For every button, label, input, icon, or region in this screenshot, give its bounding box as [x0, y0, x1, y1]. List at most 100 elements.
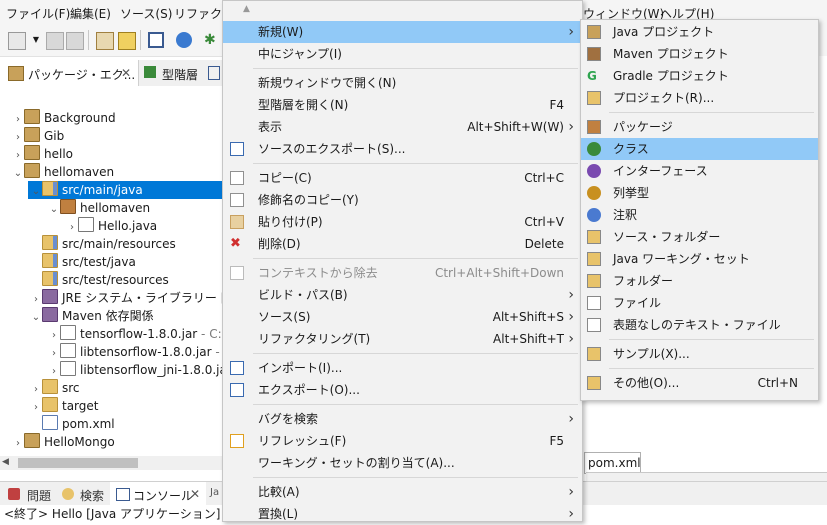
submenu-item[interactable]: パッケージ	[581, 116, 818, 138]
context-menu-item[interactable]: リフレッシュ(F) F5	[223, 430, 582, 452]
wizard-icon[interactable]	[118, 32, 136, 50]
debug-icon[interactable]: ✱	[204, 32, 220, 48]
working-set-icon	[587, 252, 601, 266]
new-icon[interactable]	[8, 32, 26, 50]
context-menu-item[interactable]: 新規ウィンドウで開く(N)	[223, 72, 582, 94]
submenu-item[interactable]: ソース・フォルダー	[581, 226, 818, 248]
build-icon[interactable]	[96, 32, 114, 50]
context-menu-item[interactable]: 比較(A) ›	[223, 481, 582, 503]
scroll-thumb[interactable]	[18, 458, 138, 468]
expanded-arrow-icon[interactable]: ⌄	[48, 201, 60, 219]
context-menu-item[interactable]: バグを検索 ›	[223, 408, 582, 430]
context-menu-item[interactable]: 新規(W) ›	[223, 21, 582, 43]
menu-item-label: 削除(D)	[258, 237, 301, 251]
context-menu-item[interactable]: ビルド・パス(B) ›	[223, 284, 582, 306]
submenu-item[interactable]: Maven プロジェクト	[581, 43, 818, 65]
submenu-item[interactable]: 列挙型	[581, 182, 818, 204]
menu-item-label: 中にジャンプ(I)	[258, 47, 342, 61]
tree-item[interactable]: › libtensorflow_jni-1.8.0.jar	[48, 361, 232, 379]
menu-source[interactable]: ソース(S)	[120, 5, 172, 22]
context-menu-item[interactable]: 中にジャンプ(I)	[223, 43, 582, 65]
menu-separator	[609, 112, 814, 113]
tab-console[interactable]: コンソール	[133, 487, 193, 504]
close-icon[interactable]: ✕	[190, 487, 200, 501]
submenu-item[interactable]: その他(O)... Ctrl+N	[581, 372, 818, 394]
context-menu-item[interactable]: 型階層を開く(N) F4	[223, 94, 582, 116]
submenu-item[interactable]: クラス	[581, 138, 818, 160]
close-icon[interactable]: ✕	[121, 66, 131, 80]
tree-item[interactable]: src/test/resources	[30, 271, 169, 289]
tree-item[interactable]: pom.xml	[30, 415, 115, 433]
editor-tab-footer	[586, 472, 827, 481]
scroll-up-icon[interactable]: ▲	[243, 4, 250, 14]
example-icon	[587, 347, 601, 361]
expanded-arrow-icon[interactable]: ⌄	[12, 165, 24, 183]
context-menu-item[interactable]: ソース(S) Alt+Shift+S ›	[223, 306, 582, 328]
dropdown-icon[interactable]: ▼	[28, 32, 44, 48]
editor-tab-pom[interactable]: pom.xml	[584, 452, 641, 474]
tab-problems[interactable]: 問題	[27, 487, 51, 504]
submenu-item[interactable]: G Gradle プロジェクト	[581, 65, 818, 87]
collapsed-arrow-icon[interactable]: ›	[12, 435, 24, 453]
source-folder-icon	[42, 271, 58, 286]
tree-item[interactable]: ⌄ hellomaven	[12, 163, 114, 181]
context-menu-item[interactable]: 貼り付け(P) Ctrl+V	[223, 211, 582, 233]
context-menu-item[interactable]: 置換(L) ›	[223, 503, 582, 525]
tab-search[interactable]: 検索	[80, 487, 104, 504]
submenu-item[interactable]: 注釈	[581, 204, 818, 226]
context-menu-item[interactable]: ✖ 削除(D) Delete	[223, 233, 582, 255]
remove-context-icon	[230, 266, 244, 280]
context-menu-item[interactable]: インポート(I)...	[223, 357, 582, 379]
submenu-item[interactable]: Java ワーキング・セット	[581, 248, 818, 270]
tree-item[interactable]: ›libtensorflow-1.8.0.jar - C	[48, 343, 232, 361]
tree-item-label: pom.xml	[62, 417, 115, 431]
submenu-item[interactable]: サンプル(X)...	[581, 343, 818, 365]
tree-item[interactable]: › Gib	[12, 127, 64, 145]
context-menu-item[interactable]: 修飾名のコピー(Y)	[223, 189, 582, 211]
context-menu-item[interactable]: エクスポート(O)...	[223, 379, 582, 401]
submenu-item[interactable]: インターフェース	[581, 160, 818, 182]
expanded-arrow-icon[interactable]: ⌄	[30, 309, 42, 327]
submenu-item[interactable]: 表題なしのテキスト・ファイル	[581, 314, 818, 336]
java-file-icon	[78, 217, 94, 232]
submenu-item-label: Java プロジェクト	[613, 25, 715, 39]
submenu-arrow-icon: ›	[568, 287, 574, 303]
tree-item[interactable]: › tensorflow-1.8.0.jar - C:¥U	[48, 325, 238, 343]
tree-item[interactable]: › hello	[12, 145, 73, 163]
settings-icon[interactable]	[176, 32, 192, 48]
scroll-left-icon[interactable]: ◀	[2, 457, 9, 467]
tree-item[interactable]: src/main/resources	[30, 235, 176, 253]
submenu-arrow-icon: ›	[568, 119, 574, 135]
tree-item[interactable]: src/test/java	[30, 253, 136, 271]
save-all-icon[interactable]	[66, 32, 84, 50]
tree-item[interactable]: ⌄ src/main/java	[28, 181, 224, 199]
tree-item[interactable]: › Background	[12, 109, 116, 127]
tree-item[interactable]: › HelloMongo	[12, 433, 115, 451]
save-icon[interactable]	[46, 32, 64, 50]
tab-type-hierarchy[interactable]: 型階層	[162, 66, 198, 83]
expanded-arrow-icon[interactable]: ⌄	[30, 183, 42, 201]
file-icon	[587, 296, 601, 310]
context-menu-item[interactable]: コピー(C) Ctrl+C	[223, 167, 582, 189]
submenu-item[interactable]: Java プロジェクト	[581, 21, 818, 43]
submenu-item[interactable]: フォルダー	[581, 270, 818, 292]
tab-javadoc[interactable]: Ja	[210, 487, 219, 498]
submenu-item[interactable]: ファイル	[581, 292, 818, 314]
context-menu-item[interactable]: リファクタリング(T) Alt+Shift+T ›	[223, 328, 582, 350]
context-menu-item[interactable]: ソースのエクスポート(S)...	[223, 138, 582, 160]
tree-item[interactable]: ⌄ Maven 依存関係	[30, 307, 154, 325]
tree-item[interactable]: › src	[30, 379, 80, 397]
tree-item-label: JRE システム・ライブラリー	[62, 291, 217, 305]
submenu-item[interactable]: プロジェクト(R)...	[581, 87, 818, 109]
outline-icon[interactable]	[208, 66, 220, 80]
submenu-item-label: Maven プロジェクト	[613, 47, 729, 61]
horizontal-scrollbar[interactable]: ◀	[0, 456, 222, 470]
menu-file[interactable]: ファイル(F)	[6, 5, 70, 22]
tree-item[interactable]: › target	[30, 397, 99, 415]
tree-item[interactable]: › Hello.java	[66, 217, 157, 235]
console-icon[interactable]	[148, 32, 164, 48]
menu-edit[interactable]: 編集(E)	[70, 5, 111, 22]
tree-item[interactable]: ⌄ hellomaven	[48, 199, 150, 217]
context-menu-item[interactable]: ワーキング・セットの割り当て(A)...	[223, 452, 582, 474]
context-menu-item[interactable]: 表示 Alt+Shift+W(W) ›	[223, 116, 582, 138]
